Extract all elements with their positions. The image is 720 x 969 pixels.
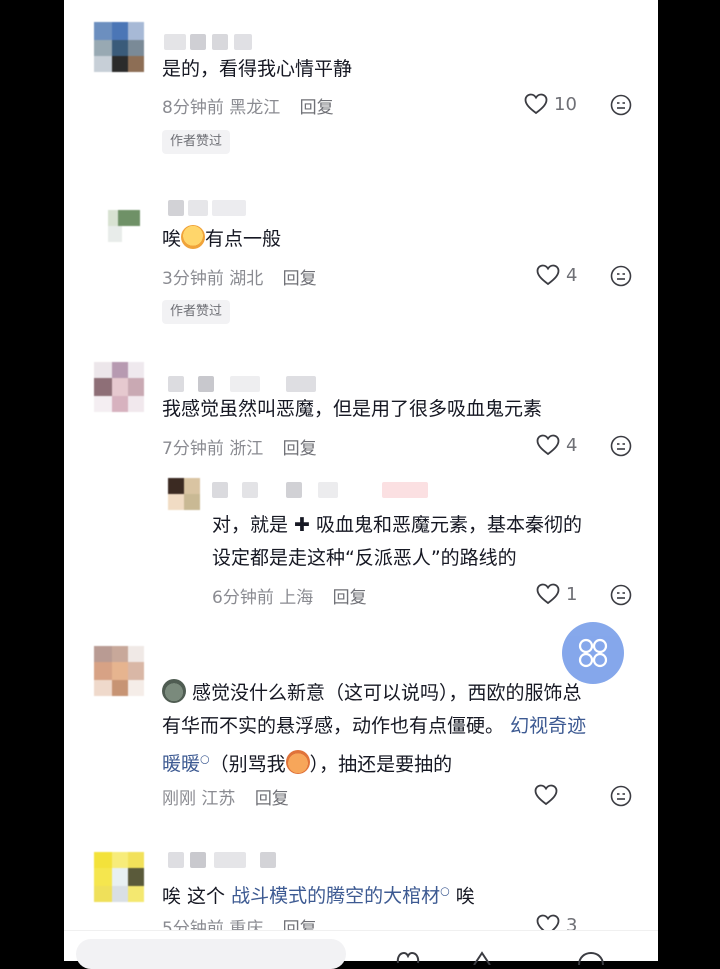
heart-icon — [524, 93, 548, 115]
like-count: 4 — [566, 434, 578, 456]
comment-time: 刚刚 — [162, 789, 196, 809]
like-button[interactable]: 4 — [536, 434, 577, 456]
comment-location: 黑龙江 — [229, 98, 281, 118]
comment-location: 上海 — [279, 588, 314, 608]
username-blurred[interactable] — [168, 376, 318, 392]
comment-time: 7分钟前 — [162, 439, 224, 459]
author-liked-badge: 作者赞过 — [162, 130, 231, 154]
dislike-face-icon — [610, 435, 632, 457]
dislike-face-icon — [610, 265, 632, 287]
dislike-button[interactable] — [610, 435, 632, 461]
cat-emoji-icon — [162, 679, 186, 703]
like-button[interactable]: 10 — [524, 93, 577, 115]
reply-meta: 6分钟前 上海 回复 — [212, 583, 367, 608]
comment-text: 唉有点一般 — [162, 224, 281, 255]
heart-icon — [536, 434, 560, 456]
search-icon: ○ — [200, 753, 210, 766]
like-button[interactable] — [534, 784, 558, 806]
reply-text: 对，就是 ✚ 吸血鬼和恶魔元素，基本秦彻的 — [212, 514, 583, 536]
search-icon: ○ — [440, 885, 450, 898]
like-count: 1 — [566, 583, 578, 605]
comment-text: 感觉没什么新意（这可以说吗），西欧的服饰总 — [162, 678, 582, 709]
reply-avatar[interactable] — [168, 478, 200, 510]
comment-location: 浙江 — [229, 439, 264, 459]
like-count: 10 — [554, 93, 577, 115]
avatar[interactable] — [94, 852, 144, 902]
comment-text: 暖暖○（别骂我 ），抽还是要抽的 — [162, 744, 452, 780]
reply-button[interactable]: 回复 — [333, 588, 367, 608]
search-link[interactable]: 暖暖○ — [162, 753, 210, 775]
avatar[interactable] — [108, 210, 140, 244]
reply-button[interactable]: 回复 — [300, 98, 334, 118]
avatar[interactable] — [94, 646, 144, 696]
author-liked-badge: 作者赞过 — [162, 300, 231, 324]
like-button[interactable]: 1 — [536, 583, 577, 605]
dislike-button[interactable] — [610, 94, 632, 120]
username-blurred[interactable] — [168, 200, 248, 216]
grid-icon — [578, 638, 608, 668]
heart-icon[interactable] — [394, 951, 422, 965]
star-icon[interactable] — [468, 951, 496, 965]
comment-input[interactable] — [76, 939, 346, 969]
comment-meta: 7分钟前 浙江 回复 — [162, 434, 317, 459]
dislike-face-icon — [610, 584, 632, 606]
comment-time: 3分钟前 — [162, 269, 224, 289]
comment-text: 是的，看得我心情平静 — [162, 58, 353, 80]
search-link[interactable]: 战斗模式的腾空的大棺材○ — [231, 885, 450, 907]
heart-icon — [534, 784, 558, 806]
reply-button[interactable]: 回复 — [283, 269, 317, 289]
dislike-button[interactable] — [610, 584, 632, 610]
heart-icon — [536, 264, 560, 286]
avatar[interactable] — [94, 362, 144, 412]
username-blurred[interactable] — [168, 852, 278, 868]
search-link[interactable]: 幻视奇迹 — [510, 715, 586, 737]
dislike-button[interactable] — [610, 265, 632, 291]
comment-time: 8分钟前 — [162, 98, 224, 118]
bottom-input-bar — [64, 930, 658, 969]
comment-location: 江苏 — [201, 789, 236, 809]
heart-icon — [536, 583, 560, 605]
dislike-face-icon — [610, 94, 632, 116]
like-button[interactable]: 4 — [536, 264, 577, 286]
floating-menu-button[interactable] — [562, 622, 624, 684]
reply-button[interactable]: 回复 — [283, 439, 317, 459]
comment-text: 有华而不实的悬浮感，动作也有点僵硬。 幻视奇迹 — [162, 715, 587, 737]
comment-meta: 8分钟前 黑龙江 回复 — [162, 93, 334, 118]
comment-location: 湖北 — [229, 269, 264, 289]
comment-text: 唉 这个 战斗模式的腾空的大棺材○ 唉 — [162, 885, 475, 908]
comment-list[interactable]: 是的，看得我心情平静 8分钟前 黑龙江 回复 10 作者赞过 唉有点一般 3分钟… — [64, 0, 658, 960]
dislike-face-icon — [610, 785, 632, 807]
comment-time: 6分钟前 — [212, 588, 274, 608]
dislike-button[interactable] — [610, 785, 632, 811]
username-blurred[interactable] — [164, 34, 254, 50]
reply-button[interactable]: 回复 — [255, 789, 289, 809]
share-icon[interactable] — [576, 951, 606, 965]
angry-cat-emoji-icon — [285, 750, 310, 775]
avatar[interactable] — [94, 22, 144, 72]
comment-meta: 3分钟前 湖北 回复 — [162, 264, 317, 289]
crying-emoji-icon — [181, 225, 206, 249]
like-count: 4 — [566, 264, 578, 286]
username-blurred[interactable] — [212, 482, 432, 498]
comment-meta: 刚刚 江苏 回复 — [162, 784, 289, 809]
comment-text: 我感觉虽然叫恶魔，但是用了很多吸血鬼元素 — [162, 398, 543, 420]
reply-text: 设定都是走这种“反派恶人”的路线的 — [212, 547, 517, 569]
